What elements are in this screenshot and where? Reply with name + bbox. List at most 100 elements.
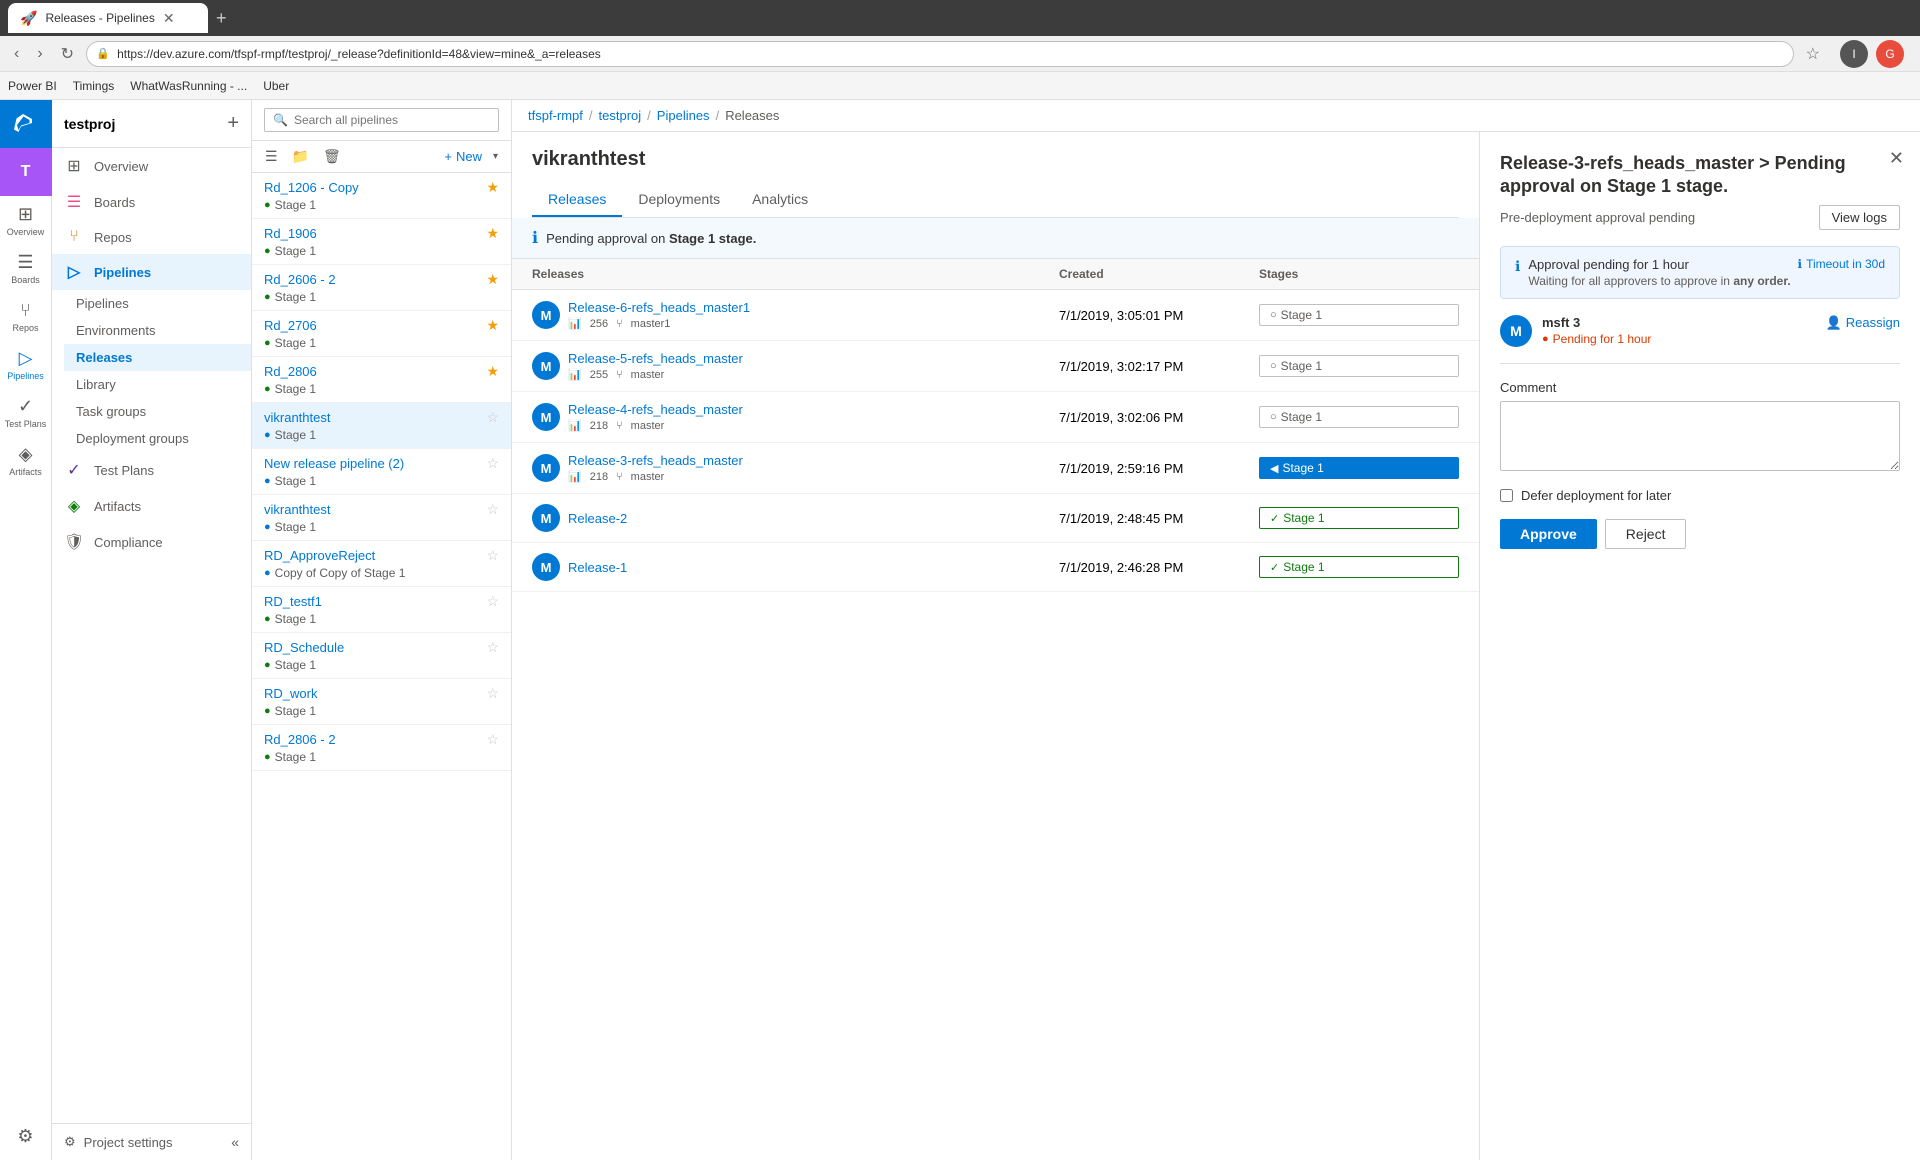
- list-item[interactable]: RD_ApproveReject ☆ ● Copy of Copy of Sta…: [252, 541, 511, 587]
- star-icon[interactable]: ☆: [486, 547, 499, 564]
- list-item[interactable]: RD_work ☆ ● Stage 1: [252, 679, 511, 725]
- list-item[interactable]: Rd_2706 ★ ● Stage 1: [252, 311, 511, 357]
- star-icon[interactable]: ☆: [486, 501, 499, 518]
- nav-item-pipelines[interactable]: ▷ Pipelines: [52, 254, 251, 290]
- sub-item-deploymentgroups[interactable]: Deployment groups: [64, 425, 251, 452]
- delete-button[interactable]: 🗑: [318, 145, 346, 168]
- back-button[interactable]: ‹: [8, 41, 25, 67]
- star-icon[interactable]: ★: [486, 179, 499, 196]
- sidebar-item-testplans[interactable]: ✓ Test Plans: [0, 388, 52, 436]
- star-bookmark-button[interactable]: ☆: [1800, 40, 1826, 68]
- star-icon[interactable]: ★: [486, 363, 499, 380]
- nav-item-testplans[interactable]: ✓ Test Plans: [52, 452, 251, 488]
- star-icon[interactable]: ☆: [486, 685, 499, 702]
- pipeline-name[interactable]: Rd_2606 - 2: [264, 272, 336, 287]
- stage-badge[interactable]: ○ Stage 1: [1259, 304, 1459, 326]
- pipeline-name[interactable]: RD_Schedule: [264, 640, 344, 655]
- org-avatar[interactable]: T: [0, 148, 52, 196]
- new-dropdown-button[interactable]: ▾: [488, 148, 503, 165]
- stage-badge[interactable]: ✓ Stage 1: [1259, 507, 1459, 529]
- release-name-link[interactable]: Release-1: [568, 560, 627, 575]
- pipeline-name[interactable]: RD_work: [264, 686, 317, 701]
- sub-item-environments[interactable]: Environments: [64, 317, 251, 344]
- add-project-button[interactable]: +: [227, 112, 239, 135]
- address-bar[interactable]: https://dev.azure.com/tfspf-rmpf/testpro…: [86, 41, 1794, 67]
- view-logs-button[interactable]: View logs: [1819, 205, 1900, 230]
- star-icon[interactable]: ☆: [486, 409, 499, 426]
- bookmark-timings[interactable]: Timings: [73, 79, 115, 93]
- list-item[interactable]: Rd_1206 - Copy ★ ● Stage 1: [252, 173, 511, 219]
- sub-item-pipelines[interactable]: Pipelines: [64, 290, 251, 317]
- comment-textarea[interactable]: [1500, 401, 1900, 471]
- breadcrumb-org[interactable]: tfspf-rmpf: [528, 108, 583, 123]
- nav-item-repos[interactable]: ⑂ Repos: [52, 220, 251, 254]
- pipeline-name[interactable]: vikranthtest: [264, 410, 330, 425]
- sidebar-item-settings[interactable]: ⚙: [0, 1112, 52, 1160]
- stage-badge[interactable]: ○ Stage 1: [1259, 355, 1459, 377]
- new-tab-button[interactable]: +: [216, 8, 227, 29]
- tab-analytics[interactable]: Analytics: [736, 183, 824, 217]
- bookmark-uber[interactable]: Uber: [263, 79, 289, 93]
- defer-checkbox[interactable]: Defer deployment for later: [1500, 488, 1900, 503]
- list-item[interactable]: New release pipeline (2) ☆ ● Stage 1: [252, 449, 511, 495]
- user-avatar[interactable]: I: [1840, 40, 1868, 68]
- reassign-button[interactable]: 👤 Reassign: [1826, 315, 1900, 331]
- breadcrumb-project[interactable]: testproj: [599, 108, 642, 123]
- close-approval-button[interactable]: ✕: [1889, 148, 1904, 169]
- release-name-link[interactable]: Release-6-refs_heads_master1: [568, 300, 750, 315]
- release-name-link[interactable]: Release-2: [568, 511, 627, 526]
- star-icon[interactable]: ★: [486, 317, 499, 334]
- sidebar-item-overview[interactable]: ⊞ Overview: [0, 196, 52, 244]
- defer-checkbox-input[interactable]: [1500, 489, 1513, 502]
- nav-item-overview[interactable]: ⊞ Overview: [52, 148, 251, 184]
- release-name-link[interactable]: Release-3-refs_heads_master: [568, 453, 743, 468]
- pipeline-name[interactable]: New release pipeline (2): [264, 456, 404, 471]
- list-item[interactable]: RD_testf1 ☆ ● Stage 1: [252, 587, 511, 633]
- release-name-link[interactable]: Release-4-refs_heads_master: [568, 402, 743, 417]
- list-view-button[interactable]: ☰: [260, 145, 283, 168]
- star-icon[interactable]: ★: [486, 225, 499, 242]
- search-input[interactable]: [294, 113, 490, 127]
- stage-badge[interactable]: ○ Stage 1: [1259, 406, 1459, 428]
- sidebar-item-repos[interactable]: ⑂ Repos: [0, 292, 52, 340]
- list-item[interactable]: vikranthtest ☆ ● Stage 1: [252, 403, 511, 449]
- list-item[interactable]: Rd_2806 - 2 ☆ ● Stage 1: [252, 725, 511, 771]
- list-item[interactable]: vikranthtest ☆ ● Stage 1: [252, 495, 511, 541]
- pipeline-name[interactable]: RD_testf1: [264, 594, 322, 609]
- new-button[interactable]: + New: [438, 146, 488, 167]
- sidebar-item-artifacts[interactable]: ◈ Artifacts: [0, 436, 52, 484]
- tab-close-button[interactable]: ✕: [163, 10, 175, 27]
- stage-badge[interactable]: ✓ Stage 1: [1259, 556, 1459, 578]
- sidebar-item-boards[interactable]: ☰ Boards: [0, 244, 52, 292]
- nav-item-compliance[interactable]: 🛡 Compliance: [52, 524, 251, 560]
- folder-view-button[interactable]: 📁: [287, 145, 314, 168]
- pipeline-name[interactable]: Rd_1906: [264, 226, 317, 241]
- star-icon[interactable]: ☆: [486, 455, 499, 472]
- tab-deployments[interactable]: Deployments: [622, 183, 736, 217]
- list-item[interactable]: Rd_1906 ★ ● Stage 1: [252, 219, 511, 265]
- pipeline-name[interactable]: Rd_2706: [264, 318, 317, 333]
- list-item[interactable]: Rd_2806 ★ ● Stage 1: [252, 357, 511, 403]
- list-item[interactable]: Rd_2606 - 2 ★ ● Stage 1: [252, 265, 511, 311]
- pipeline-name[interactable]: Rd_1206 - Copy: [264, 180, 359, 195]
- reject-button[interactable]: Reject: [1605, 519, 1687, 549]
- pipeline-name[interactable]: Rd_2806 - 2: [264, 732, 336, 747]
- sub-item-library[interactable]: Library: [64, 371, 251, 398]
- star-icon[interactable]: ★: [486, 271, 499, 288]
- release-name-link[interactable]: Release-5-refs_heads_master: [568, 351, 743, 366]
- forward-button[interactable]: ›: [31, 41, 48, 67]
- profile-avatar[interactable]: G: [1876, 40, 1904, 68]
- star-icon[interactable]: ☆: [486, 639, 499, 656]
- search-box[interactable]: 🔍: [264, 108, 499, 132]
- star-icon[interactable]: ☆: [486, 593, 499, 610]
- nav-item-artifacts[interactable]: ◈ Artifacts: [52, 488, 251, 524]
- sub-item-taskgroups[interactable]: Task groups: [64, 398, 251, 425]
- pipeline-name[interactable]: Rd_2806: [264, 364, 317, 379]
- collapse-icon[interactable]: «: [231, 1134, 239, 1150]
- star-icon[interactable]: ☆: [486, 731, 499, 748]
- tab-releases[interactable]: Releases: [532, 183, 622, 217]
- pipeline-name[interactable]: vikranthtest: [264, 502, 330, 517]
- refresh-button[interactable]: ↻: [55, 40, 80, 68]
- project-settings-item[interactable]: ⚙ Project settings «: [52, 1123, 251, 1160]
- sub-item-releases[interactable]: Releases: [64, 344, 251, 371]
